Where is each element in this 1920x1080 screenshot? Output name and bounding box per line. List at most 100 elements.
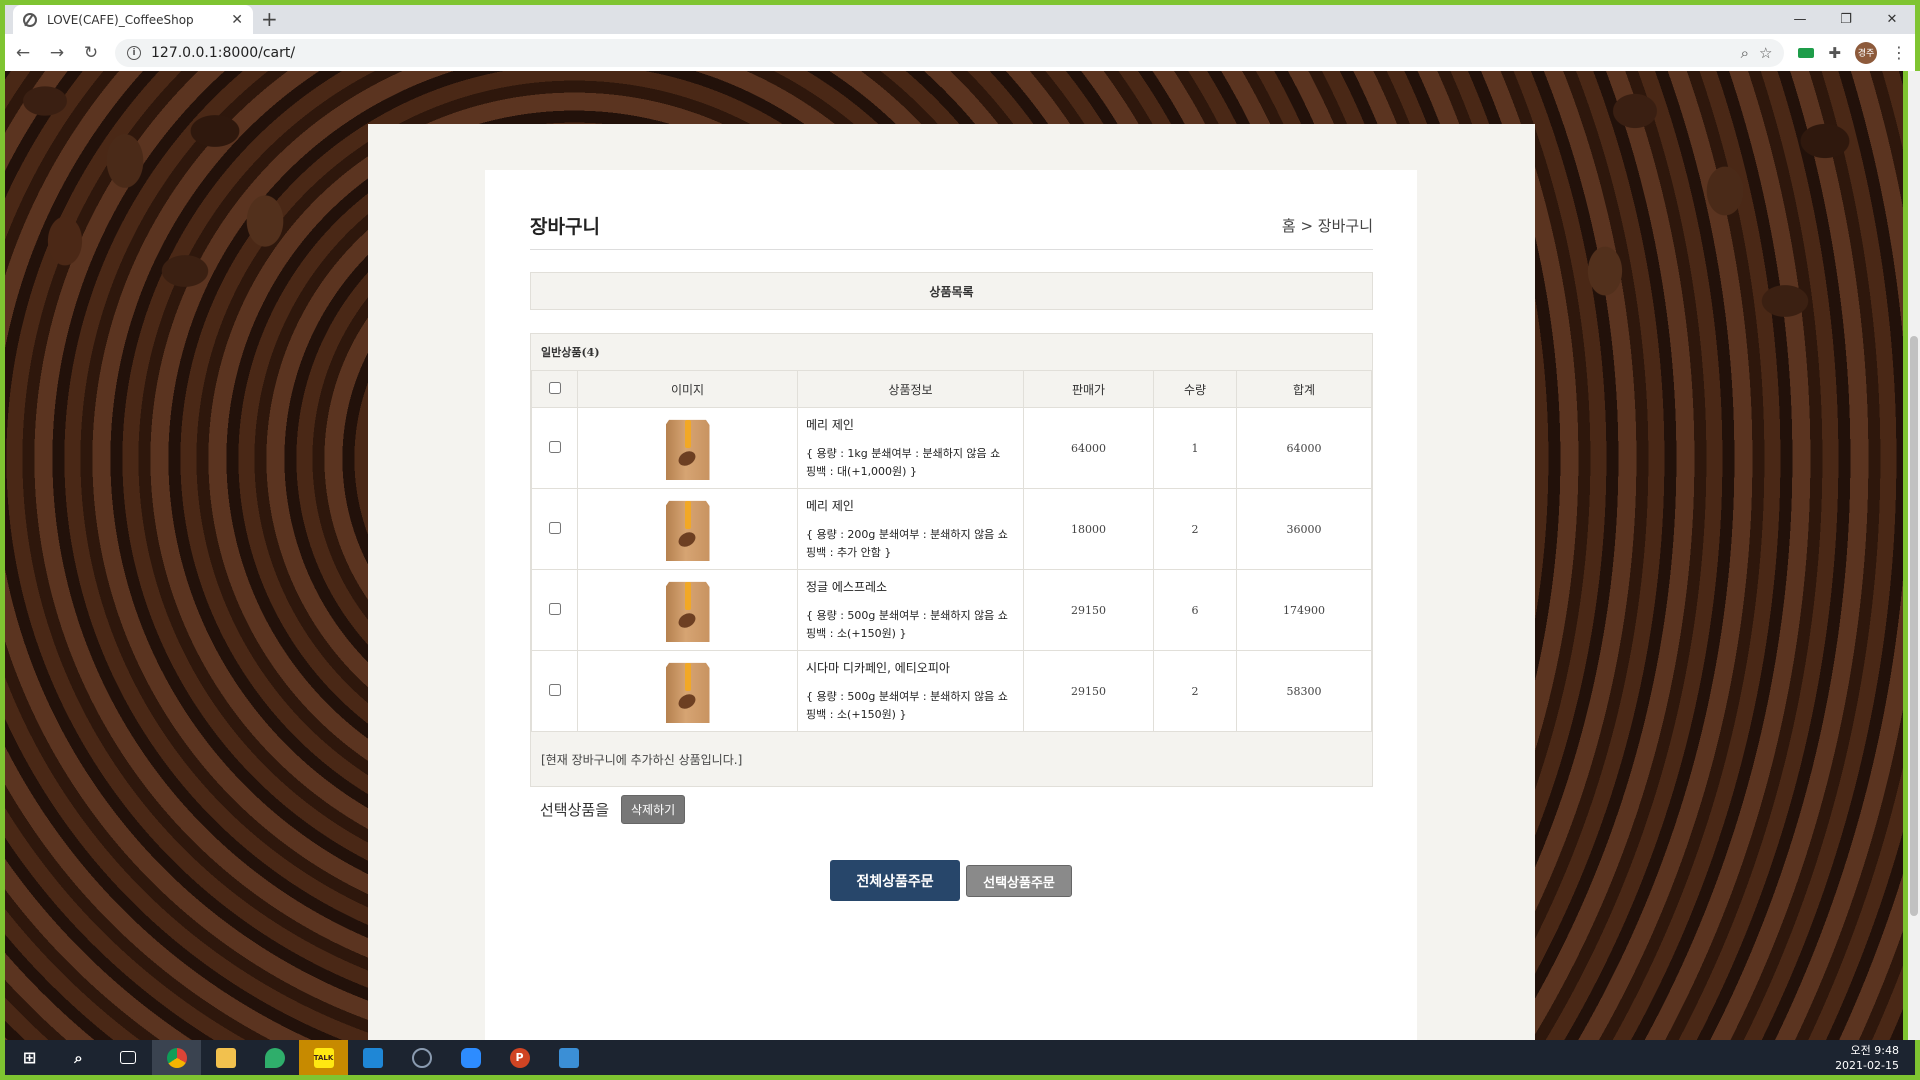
vscode-icon: [362, 1047, 383, 1068]
row-checkbox[interactable]: [548, 683, 561, 696]
quantity-cell: 6: [1153, 569, 1237, 651]
header-image: 이미지: [577, 370, 798, 408]
product-image-cell: [577, 569, 798, 651]
table-row: 메리 제인 { 용량 : 1kg 분쇄여부 : 분쇄하지 않음 쇼 핑백 : 대…: [531, 407, 1372, 489]
coffee-bag-image[interactable]: [665, 581, 710, 642]
page-background: 장바구니 홈 > 장바구니 상품목록 일반상품(4) 이미지 상품정보 판매가: [5, 71, 1903, 1040]
product-name[interactable]: 메리 제인: [806, 416, 1019, 433]
product-option: 핑백 : 대(+1,000원) }: [806, 465, 917, 478]
browser-tab[interactable]: LOVE(CAFE)_CoffeeShop ✕: [13, 5, 253, 34]
product-option: { 용량 : 500g 분쇄여부 : 분쇄하지 않음 쇼: [806, 609, 1008, 622]
scrollbar-thumb[interactable]: [1910, 336, 1918, 916]
quantity-cell: 1: [1153, 407, 1237, 489]
page-panel: 장바구니 홈 > 장바구니 상품목록 일반상품(4) 이미지 상품정보 판매가: [368, 124, 1535, 1040]
product-name[interactable]: 정글 에스프레소: [806, 578, 1019, 595]
taskbar-kakaotalk[interactable]: TALK: [299, 1040, 348, 1075]
taskbar-maps[interactable]: [250, 1040, 299, 1075]
cart-content: 장바구니 홈 > 장바구니 상품목록 일반상품(4) 이미지 상품정보 판매가: [530, 210, 1373, 824]
product-option: { 용량 : 500g 분쇄여부 : 분쇄하지 않음 쇼: [806, 690, 1008, 703]
coffee-bag-image[interactable]: [665, 419, 710, 480]
row-checkbox[interactable]: [548, 521, 561, 534]
search-button[interactable]: ⌕: [54, 1040, 103, 1075]
header-product-info: 상품정보: [797, 370, 1024, 408]
taskbar-zoom[interactable]: [446, 1040, 495, 1075]
quantity-cell: 2: [1153, 650, 1237, 732]
windows-logo-icon: ⊞: [22, 1048, 37, 1067]
globe-icon: [23, 12, 37, 27]
product-name[interactable]: 시다마 디카페인, 에티오피아: [806, 659, 1019, 676]
order-buttons: 전체상품주문 선택상품주문: [485, 860, 1417, 901]
bookmark-star-icon[interactable]: ☆: [1759, 44, 1772, 62]
edit-note-icon: [558, 1047, 579, 1068]
chrome-icon: [166, 1047, 187, 1068]
product-image-cell: [577, 407, 798, 489]
close-tab-icon[interactable]: ✕: [231, 13, 243, 27]
product-info-cell: 시다마 디카페인, 에티오피아 { 용량 : 500g 분쇄여부 : 분쇄하지 …: [797, 650, 1024, 732]
tab-title: LOVE(CAFE)_CoffeeShop: [47, 12, 194, 27]
row-checkbox[interactable]: [548, 602, 561, 615]
product-option: 핑백 : 추가 안함 }: [806, 546, 892, 559]
product-info-cell: 메리 제인 { 용량 : 200g 분쇄여부 : 분쇄하지 않음 쇼 핑백 : …: [797, 488, 1024, 570]
extensions-puzzle-icon[interactable]: ✚: [1828, 44, 1841, 62]
taskbar-powerpoint[interactable]: P: [495, 1040, 544, 1075]
url-text[interactable]: 127.0.0.1:8000/cart/: [151, 45, 1731, 61]
search-icon: ⌕: [74, 1048, 83, 1067]
taskbar-app[interactable]: [397, 1040, 446, 1075]
table-header-row: 이미지 상품정보 판매가 수량 합계: [531, 370, 1372, 408]
task-view-button[interactable]: [103, 1040, 152, 1075]
back-icon[interactable]: ←: [13, 43, 33, 63]
browser-menu-icon[interactable]: ⋮: [1891, 43, 1907, 62]
taskbar-vscode[interactable]: [348, 1040, 397, 1075]
selected-label: 선택상품을: [540, 801, 610, 819]
window-controls: — ❐ ✕: [1777, 5, 1915, 34]
minimize-icon[interactable]: —: [1777, 5, 1823, 34]
cart-box: 일반상품(4) 이미지 상품정보 판매가 수량 합계 메리 제인 {용량: …: [530, 333, 1373, 787]
total-cell: 58300: [1236, 650, 1372, 732]
kakaotalk-icon: TALK: [313, 1047, 334, 1068]
clock-time: 오전 9:48: [1850, 1043, 1899, 1057]
price-cell: 64000: [1023, 407, 1154, 489]
header-total: 합계: [1236, 370, 1372, 408]
row-checkbox[interactable]: [548, 440, 561, 453]
task-view-icon: [119, 1051, 136, 1064]
close-window-icon[interactable]: ✕: [1869, 5, 1915, 34]
title-row: 장바구니 홈 > 장바구니: [530, 210, 1373, 250]
taskbar-chrome[interactable]: [152, 1040, 201, 1075]
tab-strip: LOVE(CAFE)_CoffeeShop ✕ + — ❐ ✕: [5, 5, 1915, 34]
reload-icon[interactable]: ↻: [81, 43, 101, 63]
header-quantity: 수량: [1153, 370, 1237, 408]
zoom-icon[interactable]: ⌕: [1741, 44, 1749, 62]
start-button[interactable]: ⊞: [5, 1040, 54, 1075]
folder-icon: [215, 1047, 236, 1068]
restore-icon[interactable]: ❐: [1823, 5, 1869, 34]
taskbar-editor[interactable]: [544, 1040, 593, 1075]
forward-icon[interactable]: →: [47, 43, 67, 63]
extension-icon[interactable]: [1798, 47, 1815, 58]
header-select-all: [531, 370, 578, 408]
header-price: 판매가: [1023, 370, 1154, 408]
table-row: 메리 제인 { 용량 : 200g 분쇄여부 : 분쇄하지 않음 쇼 핑백 : …: [531, 488, 1372, 570]
price-cell: 29150: [1023, 569, 1154, 651]
profile-avatar[interactable]: 경주: [1855, 41, 1877, 64]
section-header: 상품목록: [530, 272, 1373, 310]
product-option: { 용량 : 200g 분쇄여부 : 분쇄하지 않음 쇼: [806, 528, 1008, 541]
select-all-checkbox[interactable]: [548, 381, 561, 394]
new-tab-icon[interactable]: +: [261, 9, 278, 29]
selected-actions: 선택상품을 삭제하기: [530, 795, 1373, 824]
delete-selected-button[interactable]: 삭제하기: [621, 795, 686, 824]
price-cell: 18000: [1023, 488, 1154, 570]
address-bar[interactable]: i 127.0.0.1:8000/cart/ ⌕ ☆: [115, 38, 1785, 67]
cart-note: [현재 장바구니에 추가하신 상품입니다.]: [541, 752, 743, 767]
site-info-icon[interactable]: i: [127, 45, 141, 60]
product-name[interactable]: 메리 제인: [806, 497, 1019, 514]
system-clock[interactable]: 오전 9:48 2021-02-15: [1835, 1043, 1915, 1073]
order-selected-button[interactable]: 선택상품주문: [966, 865, 1072, 897]
clock-date: 2021-02-15: [1835, 1058, 1899, 1072]
page-scrollbar[interactable]: [1908, 71, 1920, 1040]
order-all-button[interactable]: 전체상품주문: [830, 860, 960, 901]
row-checkbox-cell: [531, 650, 578, 732]
coffee-bag-image[interactable]: [665, 500, 710, 561]
coffee-bag-image[interactable]: [665, 662, 710, 723]
powerpoint-icon: P: [509, 1047, 530, 1068]
taskbar-file-explorer[interactable]: [201, 1040, 250, 1075]
